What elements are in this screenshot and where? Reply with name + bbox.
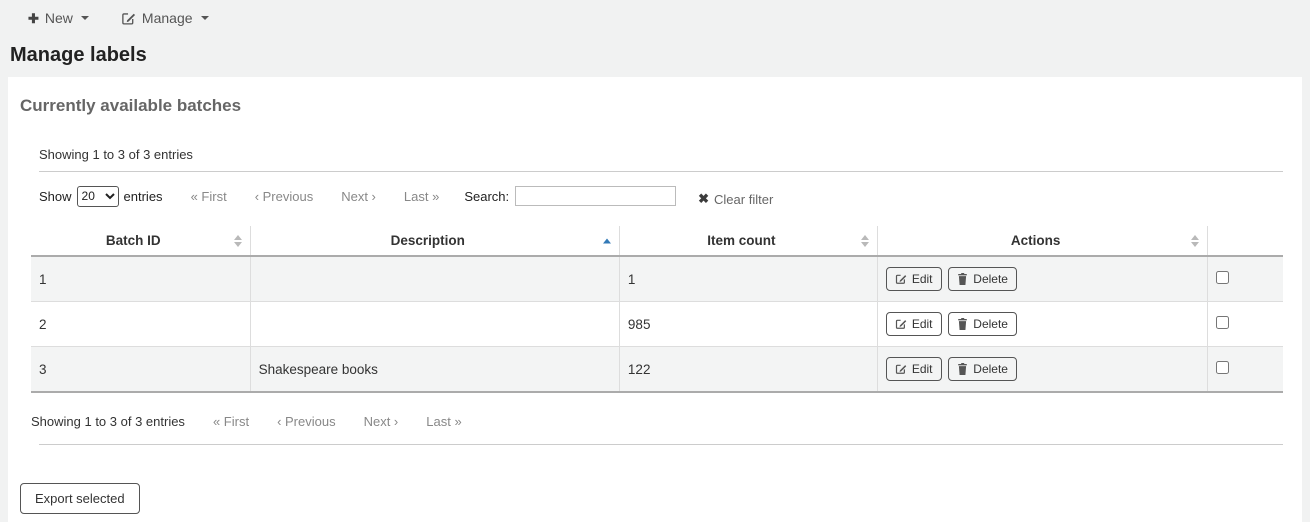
edit-button[interactable]: Edit	[886, 357, 942, 381]
batches-table: Batch ID Description Item count Actions	[31, 226, 1283, 393]
clear-filter-label: Clear filter	[714, 192, 773, 207]
toolbar: ✚ New Manage	[0, 0, 1310, 26]
delete-button[interactable]: Delete	[948, 312, 1017, 336]
cell-item-count: 985	[619, 302, 877, 347]
pagination-last[interactable]: Last »	[404, 189, 439, 204]
table-controls: Show 20 entries « First ‹ Previous Next …	[39, 185, 1283, 207]
column-header-select	[1208, 226, 1283, 256]
sort-icon	[1191, 235, 1199, 247]
row-checkbox[interactable]	[1216, 271, 1229, 284]
table-row: 3 Shakespeare books 122 Edit Delete	[31, 347, 1283, 393]
table-row: 2 985 Edit Delete	[31, 302, 1283, 347]
row-checkbox[interactable]	[1216, 361, 1229, 374]
trash-icon	[957, 363, 968, 375]
page-length-select[interactable]: 20	[77, 186, 119, 207]
entries-info-bottom: Showing 1 to 3 of 3 entries	[31, 414, 185, 429]
page-title: Manage labels	[10, 44, 1310, 67]
cell-description	[250, 256, 619, 302]
column-header-batch-id[interactable]: Batch ID	[31, 226, 250, 256]
table-header-row: Batch ID Description Item count Actions	[31, 226, 1283, 256]
pagination-first[interactable]: « First	[213, 414, 249, 429]
delete-button[interactable]: Delete	[948, 357, 1017, 381]
delete-button[interactable]: Delete	[948, 267, 1017, 291]
sort-icon	[234, 235, 242, 247]
delete-button-label: Delete	[973, 362, 1008, 376]
edit-button-label: Edit	[912, 362, 933, 376]
pagination-previous[interactable]: ‹ Previous	[255, 189, 314, 204]
cell-item-count: 1	[619, 256, 877, 302]
divider	[39, 171, 1283, 172]
cell-description: Shakespeare books	[250, 347, 619, 393]
pagination-next[interactable]: Next ›	[341, 189, 376, 204]
edit-button-label: Edit	[912, 272, 933, 286]
column-header-label: Description	[391, 233, 465, 248]
pagination-previous[interactable]: ‹ Previous	[277, 414, 336, 429]
show-label: Show	[39, 189, 72, 204]
edit-icon	[895, 318, 907, 330]
delete-button-label: Delete	[973, 317, 1008, 331]
edit-icon	[895, 273, 907, 285]
cell-description	[250, 302, 619, 347]
panel-heading: Currently available batches	[20, 96, 1302, 116]
search-label: Search:	[464, 189, 509, 204]
chevron-down-icon	[201, 16, 209, 20]
sort-asc-icon	[603, 238, 611, 243]
table-footer-controls: Showing 1 to 3 of 3 entries « First ‹ Pr…	[31, 414, 1283, 429]
cell-actions: Edit Delete	[877, 302, 1208, 347]
clear-filter-button[interactable]: ✖ Clear filter	[698, 191, 773, 207]
plus-icon: ✚	[28, 12, 39, 25]
entries-label: entries	[124, 189, 163, 204]
cell-batch-id: 3	[31, 347, 250, 393]
table-row: 1 1 Edit Delete	[31, 256, 1283, 302]
edit-button-label: Edit	[912, 317, 933, 331]
cell-actions: Edit Delete	[877, 256, 1208, 302]
trash-icon	[957, 273, 968, 285]
cell-select	[1208, 347, 1283, 393]
column-header-label: Actions	[1011, 233, 1061, 248]
cell-batch-id: 1	[31, 256, 250, 302]
column-header-actions[interactable]: Actions	[877, 226, 1208, 256]
datatable-area: Showing 1 to 3 of 3 entries Show 20 entr…	[31, 147, 1283, 445]
manage-button[interactable]: Manage	[121, 10, 209, 26]
batches-panel: Currently available batches Showing 1 to…	[8, 77, 1302, 522]
chevron-down-icon	[81, 16, 89, 20]
entries-info-top: Showing 1 to 3 of 3 entries	[39, 147, 1283, 162]
cell-select	[1208, 302, 1283, 347]
export-selected-button[interactable]: Export selected	[20, 483, 140, 514]
page-length-control: Show 20 entries	[39, 186, 163, 207]
column-header-label: Batch ID	[106, 233, 161, 248]
edit-button[interactable]: Edit	[886, 267, 942, 291]
new-button[interactable]: ✚ New	[28, 10, 89, 26]
cell-actions: Edit Delete	[877, 347, 1208, 393]
cell-item-count: 122	[619, 347, 877, 393]
column-header-item-count[interactable]: Item count	[619, 226, 877, 256]
trash-icon	[957, 318, 968, 330]
edit-icon	[895, 363, 907, 375]
divider	[39, 444, 1283, 445]
edit-square-icon	[121, 11, 136, 26]
pagination-last[interactable]: Last »	[426, 414, 461, 429]
x-icon: ✖	[698, 191, 709, 207]
column-header-label: Item count	[707, 233, 775, 248]
new-button-label: New	[45, 10, 73, 26]
delete-button-label: Delete	[973, 272, 1008, 286]
pagination-next[interactable]: Next ›	[364, 414, 399, 429]
manage-button-label: Manage	[142, 10, 193, 26]
cell-select	[1208, 256, 1283, 302]
pagination-first[interactable]: « First	[191, 189, 227, 204]
sort-icon	[861, 235, 869, 247]
row-checkbox[interactable]	[1216, 316, 1229, 329]
column-header-description[interactable]: Description	[250, 226, 619, 256]
cell-batch-id: 2	[31, 302, 250, 347]
edit-button[interactable]: Edit	[886, 312, 942, 336]
search-input[interactable]	[515, 186, 676, 206]
